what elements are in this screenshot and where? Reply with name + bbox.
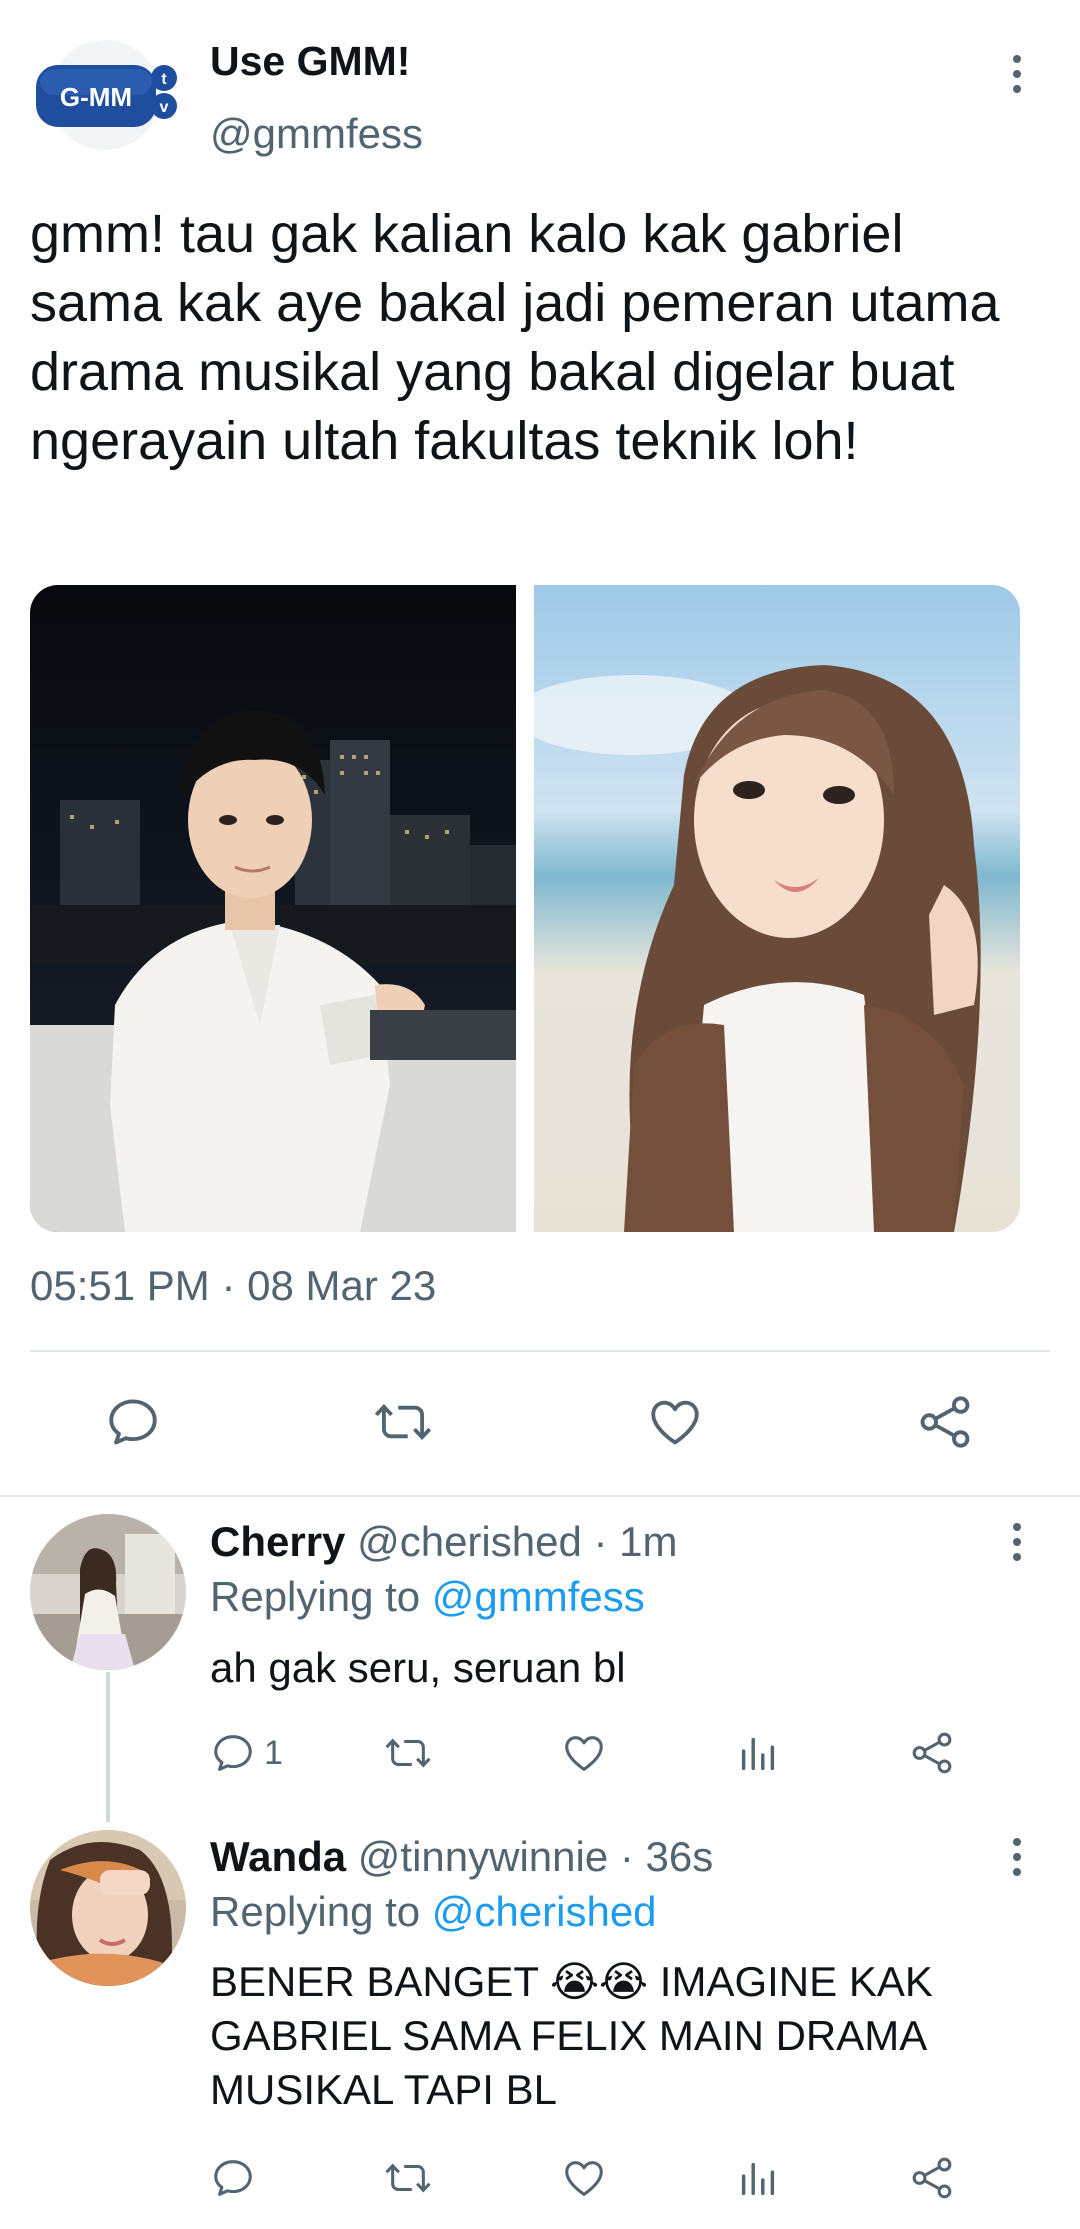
reply-meta: Cherry @cherished · 1m (210, 1518, 678, 1566)
analytics-icon (741, 1737, 775, 1771)
avatar[interactable] (30, 1830, 186, 1986)
author-name[interactable]: Use GMM! (210, 38, 410, 85)
logo-text: G-MM (60, 82, 132, 112)
share-icon (912, 1732, 952, 1774)
views-button[interactable] (735, 2155, 781, 2201)
like-button[interactable] (560, 2155, 608, 2201)
photo-man-night-city[interactable] (30, 585, 516, 1232)
tweet-timestamp: 05:51 PM · 08 Mar 23 (30, 1262, 437, 1309)
share-button[interactable] (908, 1730, 956, 1776)
replying-to-label: Replying to (210, 1573, 432, 1620)
svg-text:t: t (161, 71, 167, 88)
retweet-button[interactable] (383, 1730, 433, 1776)
reply-button[interactable]: 1 (210, 1730, 283, 1776)
share-button[interactable] (908, 2155, 956, 2201)
reply-handle-time: @cherished · 1m (345, 1518, 678, 1565)
mention-link[interactable]: @cherished (432, 1888, 657, 1935)
reply-text: ah gak seru, seruan bl (210, 1644, 626, 1691)
share-icon (912, 2157, 952, 2199)
reply-count: 1 (264, 1733, 283, 1772)
reply-icon (214, 2160, 252, 2196)
share-button[interactable] (915, 1393, 975, 1451)
mention-link[interactable]: @gmmfess (432, 1573, 645, 1620)
reply-author-name[interactable]: Cherry (210, 1518, 345, 1565)
reply-author-name[interactable]: Wanda (210, 1833, 346, 1880)
thread-line (106, 1672, 110, 1822)
replying-to: Replying to @gmmfess (210, 1573, 645, 1621)
avatar[interactable] (30, 1514, 186, 1670)
tweet-header: G-MM t v Use GMM! @gmmfess (0, 0, 1080, 180)
tweet-media (30, 585, 1020, 1232)
like-button[interactable] (560, 1730, 608, 1776)
tweet-text: gmm! tau gak kalian kalo kak gabriel sam… (30, 204, 1000, 471)
more-options-icon[interactable] (997, 44, 1037, 104)
reply-text: BENER BANGET 😭😭 IMAGINE KAK GABRIEL SAMA… (210, 1958, 933, 2113)
retweet-icon (385, 2163, 431, 2193)
svg-text:v: v (160, 99, 169, 116)
retweet-icon (374, 1403, 432, 1441)
reply-button[interactable] (210, 2155, 256, 2201)
replying-to-label: Replying to (210, 1888, 432, 1935)
reply-button[interactable] (104, 1393, 162, 1451)
reply-icon (214, 1735, 252, 1771)
photo-woman-beach[interactable] (534, 585, 1020, 1232)
divider (30, 1350, 1050, 1352)
gmm-logo-avatar[interactable]: G-MM t v (30, 40, 190, 150)
reply-handle-time: @tinnywinnie · 36s (346, 1833, 714, 1880)
retweet-icon (385, 1738, 431, 1768)
retweet-button[interactable] (372, 1393, 434, 1451)
reply-meta: Wanda @tinnywinnie · 36s (210, 1833, 713, 1881)
heart-icon (565, 1736, 603, 1771)
reply-icon (109, 1399, 157, 1445)
heart-icon (651, 1400, 699, 1445)
divider (0, 1495, 1080, 1497)
replying-to: Replying to @cherished (210, 1888, 657, 1936)
author-handle[interactable]: @gmmfess (210, 110, 423, 158)
analytics-icon (741, 2162, 775, 2196)
like-button[interactable] (645, 1393, 705, 1451)
share-icon (920, 1396, 970, 1448)
heart-icon (565, 2161, 603, 2196)
tweet-detail-page: G-MM t v Use GMM! @gmmfess gmm! tau gak … (0, 0, 1080, 2229)
more-options-icon[interactable] (997, 1512, 1037, 1572)
more-options-icon[interactable] (997, 1827, 1037, 1887)
retweet-button[interactable] (383, 2155, 433, 2201)
views-button[interactable] (735, 1730, 781, 1776)
